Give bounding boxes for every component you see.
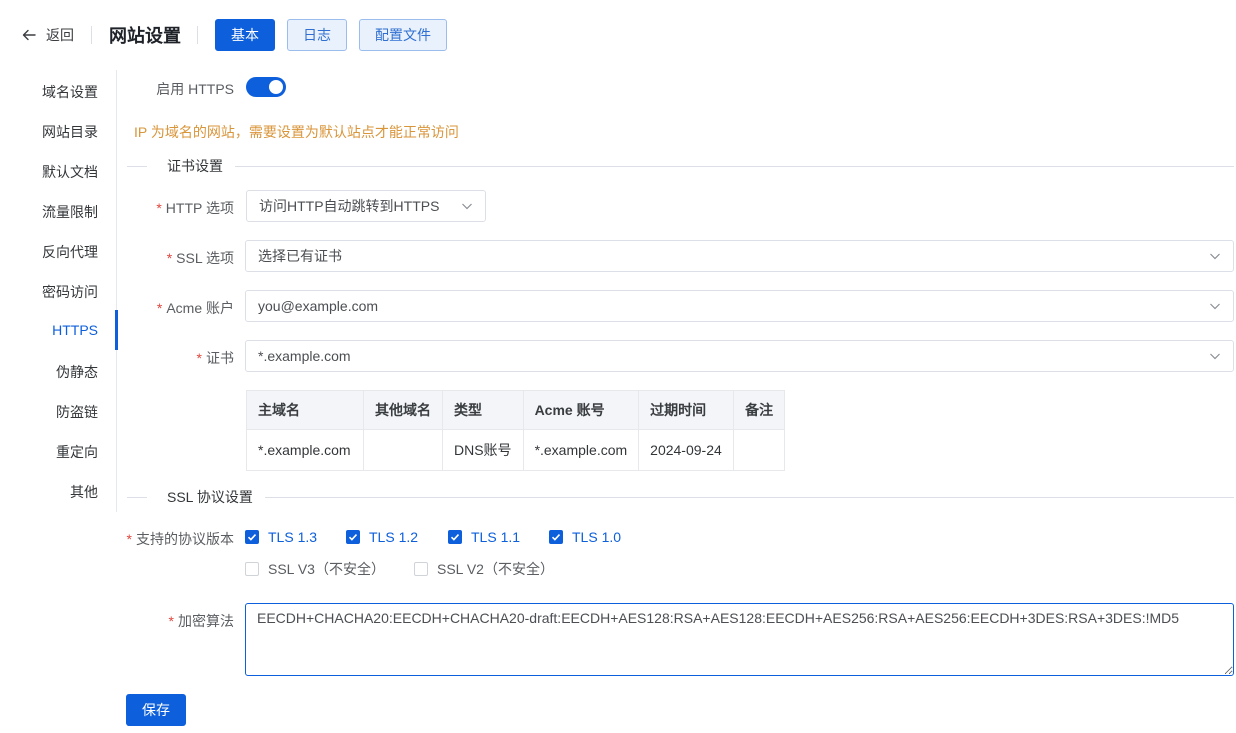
required-mark: * <box>156 300 163 316</box>
required-mark: * <box>156 200 162 216</box>
ssl-option-label: * SSL 选项 <box>166 250 234 266</box>
header-divider <box>197 26 198 44</box>
tab-log[interactable]: 日志 <box>287 19 347 51</box>
menu-item-password-access[interactable]: 密码访问 <box>42 282 98 302</box>
tab-basic[interactable]: 基本 <box>215 19 275 51</box>
acme-account-select[interactable]: you@example.com <box>245 290 1234 322</box>
http-option-value: 访问HTTP自动跳转到HTTPS <box>259 198 440 214</box>
table-cell: 2024-09-24 <box>638 429 735 471</box>
menu-item-reverse-proxy[interactable]: 反向代理 <box>42 242 98 262</box>
tab-config-file[interactable]: 配置文件 <box>359 19 447 51</box>
cipher-label: * 加密算法 <box>168 613 234 629</box>
http-option-label: * HTTP 选项 <box>156 200 234 216</box>
menu-item-traffic-limit[interactable]: 流量限制 <box>42 202 98 222</box>
cert-table: 主域名 其他域名 类型 Acme 账号 过期时间 备注 *.example.co… <box>246 390 786 471</box>
cert-select[interactable]: *.example.com <box>245 340 1234 372</box>
column-header: 备注 <box>733 390 786 430</box>
column-header: Acme 账号 <box>522 390 640 430</box>
menu-item-https[interactable]: HTTPS <box>52 322 98 342</box>
menu-item-rewrite[interactable]: 伪静态 <box>56 362 98 382</box>
protocols-label: * 支持的协议版本 <box>126 531 234 547</box>
chevron-down-icon <box>1210 303 1220 310</box>
menu-item-hotlink-protection[interactable]: 防盗链 <box>56 402 98 422</box>
checkbox-sslv2[interactable]: SSL V2（不安全） <box>414 559 554 579</box>
checkbox-box <box>245 562 259 576</box>
required-mark: * <box>196 350 202 366</box>
menu-item-default-document[interactable]: 默认文档 <box>42 162 98 182</box>
check-icon <box>549 530 563 544</box>
chevron-down-icon <box>462 203 472 210</box>
acme-account-label: * Acme 账户 <box>156 300 234 316</box>
menu-item-other[interactable]: 其他 <box>70 482 98 502</box>
cert-label: * 证书 <box>196 350 234 366</box>
ssl-section-header: SSL 协议设置 <box>127 487 1234 507</box>
cert-value: *.example.com <box>258 348 351 364</box>
menu-item-domain[interactable]: 域名设置 <box>42 82 98 102</box>
warning-text: IP 为域名的网站，需要设置为默认站点才能正常访问 <box>134 124 459 140</box>
table-row: *.example.com DNS账号 *.example.com 2024-0… <box>246 429 786 471</box>
menu-item-site-directory[interactable]: 网站目录 <box>42 122 98 142</box>
menu-active-indicator <box>115 310 118 350</box>
table-header-row: 主域名 其他域名 类型 Acme 账号 过期时间 备注 <box>246 390 786 430</box>
page-title: 网站设置 <box>109 26 181 46</box>
checkbox-box <box>414 562 428 576</box>
required-mark: * <box>126 531 132 547</box>
settings-menu: 域名设置 网站目录 默认文档 流量限制 反向代理 密码访问 HTTPS 伪静态 … <box>0 70 118 512</box>
ssl-option-value: 选择已有证书 <box>258 248 342 264</box>
checkbox-tls11[interactable]: TLS 1.1 <box>448 527 520 547</box>
menu-item-redirect[interactable]: 重定向 <box>56 442 98 462</box>
ssl-option-select[interactable]: 选择已有证书 <box>245 240 1234 272</box>
arrow-left-icon <box>22 29 36 41</box>
checkbox-tls10[interactable]: TLS 1.0 <box>549 527 621 547</box>
cert-section-header: 证书设置 <box>127 156 1234 176</box>
back-label: 返回 <box>46 27 74 43</box>
toggle-knob <box>269 80 283 94</box>
header-divider <box>91 26 92 44</box>
table-cell: *.example.com <box>246 429 364 471</box>
table-cell <box>363 429 443 471</box>
cert-section-title: 证书设置 <box>167 158 223 174</box>
check-icon <box>245 530 259 544</box>
save-button[interactable]: 保存 <box>126 694 186 726</box>
chevron-down-icon <box>1210 353 1220 360</box>
required-mark: * <box>166 250 173 266</box>
required-mark: * <box>168 613 174 629</box>
column-header: 主域名 <box>246 390 364 430</box>
enable-https-label: 启用 HTTPS <box>156 81 234 97</box>
back-button[interactable]: 返回 <box>22 24 74 46</box>
column-header: 类型 <box>442 390 524 430</box>
table-cell: DNS账号 <box>442 429 524 471</box>
enable-https-toggle[interactable] <box>246 77 286 97</box>
check-icon <box>346 530 360 544</box>
table-cell: *.example.com <box>522 429 640 471</box>
checkbox-tls13[interactable]: TLS 1.3 <box>245 527 317 547</box>
column-header: 其他域名 <box>363 390 443 430</box>
table-cell <box>733 429 786 471</box>
acme-account-value: you@example.com <box>258 298 379 314</box>
cipher-textarea[interactable]: EECDH+CHACHA20:EECDH+CHACHA20-draft:EECD… <box>245 603 1234 676</box>
checkbox-tls12[interactable]: TLS 1.2 <box>346 527 418 547</box>
check-icon <box>448 530 462 544</box>
ssl-section-title: SSL 协议设置 <box>167 489 253 505</box>
column-header: 过期时间 <box>638 390 735 430</box>
checkbox-sslv3[interactable]: SSL V3（不安全） <box>245 559 385 579</box>
chevron-down-icon <box>1210 253 1220 260</box>
http-option-select[interactable]: 访问HTTP自动跳转到HTTPS <box>246 190 486 222</box>
